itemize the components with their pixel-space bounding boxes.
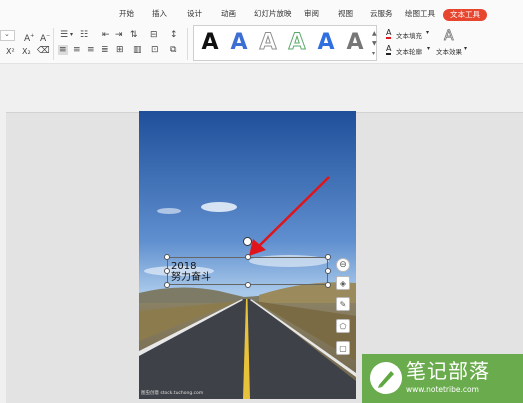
distribute-icon[interactable]: ⊞	[116, 45, 124, 55]
smart-art-icon[interactable]: ⧉	[170, 45, 176, 55]
decrease-indent-icon[interactable]: ⇤	[102, 30, 110, 40]
grow-font-icon[interactable]: A+	[24, 31, 34, 44]
tab-cloud[interactable]: 云服务	[370, 9, 393, 19]
collapse-icon[interactable]: ⊖	[336, 258, 350, 272]
text-outline-label[interactable]: 文本轮廓	[396, 46, 422, 56]
align-left-icon[interactable]: ≡	[58, 45, 68, 55]
text-style-black[interactable]: A	[197, 28, 223, 58]
chevron-down-icon[interactable]: ▾	[70, 30, 73, 40]
text-style-green-outline[interactable]: A	[284, 28, 310, 58]
gallery-down-icon[interactable]: ▼	[372, 40, 377, 47]
tab-text-tools[interactable]: 文本工具	[443, 9, 487, 21]
textbox-line-slogan[interactable]: 努力奋斗	[171, 272, 211, 283]
selected-textbox[interactable]: 2018 努力奋斗	[164, 237, 331, 288]
photo-credit: 图虫创意 stock.tuchong.com	[141, 391, 204, 396]
eraser-icon[interactable]: ⌫	[37, 46, 50, 56]
gallery-more-icon[interactable]: ▾	[372, 50, 375, 57]
align-right-icon[interactable]: ≡	[87, 45, 95, 55]
tab-review[interactable]: 审阅	[304, 9, 319, 19]
chevron-down-icon: ⌄	[4, 30, 10, 38]
columns-icon[interactable]: ▥	[133, 45, 142, 55]
text-direction-icon[interactable]: ⇅	[130, 30, 138, 40]
rotate-handle[interactable]	[243, 237, 252, 246]
text-style-gray-outline[interactable]: A	[255, 28, 281, 58]
ribbon-toolbar: ⌄ A+ A− X² X₂ ⌫ ☰ ▾ ☷ ⇤ ⇥ ⇅ ⊟ ↕ ≡ ≡ ≡ ≣ …	[0, 24, 523, 64]
gallery-up-icon[interactable]: ▲	[372, 30, 377, 37]
text-fill-label[interactable]: 文本填充	[396, 30, 422, 40]
tab-view[interactable]: 视图	[338, 9, 353, 19]
tab-drawing-tools[interactable]: 绘图工具	[405, 9, 435, 19]
align-center-icon[interactable]: ≡	[73, 45, 81, 55]
resize-handle-right[interactable]	[325, 268, 331, 274]
tab-insert[interactable]: 插入	[152, 9, 167, 19]
wps-presentation-window: { "menu": { "tabs": [ {"label": "开始"}, {…	[0, 0, 523, 403]
justify-icon[interactable]: ≣	[101, 45, 109, 55]
pen-icon[interactable]: ✎	[336, 297, 350, 311]
tab-design[interactable]: 设计	[187, 9, 202, 19]
tab-animation[interactable]: 动画	[221, 9, 236, 19]
text-style-gallery: A A A A A A ▲ ▼ ▾	[193, 25, 377, 61]
resize-handle-br[interactable]	[325, 282, 331, 288]
toolbar-divider	[53, 28, 54, 60]
resize-handle-top[interactable]	[245, 254, 251, 260]
text-fill-icon[interactable]: A	[386, 29, 392, 39]
superscript-icon[interactable]: X²	[6, 47, 15, 57]
text-effect-label[interactable]: 文本效果	[436, 46, 462, 56]
fill-icon[interactable]: ⬠	[336, 319, 350, 333]
watermark-url: www.notetribe.com	[406, 385, 479, 394]
line-spacing-icon[interactable]: ↕	[170, 30, 178, 40]
increase-indent-icon[interactable]: ⇥	[115, 30, 123, 40]
shrink-font-icon[interactable]: A−	[40, 31, 50, 44]
bullet-list-icon[interactable]: ☰	[60, 30, 68, 40]
textbox-line-year[interactable]: 2018	[171, 261, 196, 272]
font-size-dropdown[interactable]: ⌄	[0, 30, 15, 41]
site-watermark: 笔记部落 www.notetribe.com	[362, 354, 523, 403]
text-style-blue[interactable]: A	[226, 28, 252, 58]
resize-handle-bl[interactable]	[164, 282, 170, 288]
chevron-down-icon[interactable]: ▾	[427, 45, 430, 52]
vertical-align-icon[interactable]: ⊡	[151, 45, 159, 55]
align-text-icon[interactable]: ⊟	[150, 30, 158, 40]
text-outline-icon[interactable]: A	[386, 45, 392, 55]
watermark-title: 笔记部落	[406, 359, 490, 383]
resize-handle-tl[interactable]	[164, 254, 170, 260]
ribbon-tabs: 开始 插入 设计 动画 幻灯片放映 审阅 视图 云服务 绘图工具 文本工具	[0, 0, 523, 24]
numbered-list-icon[interactable]: ☷	[80, 30, 88, 40]
text-style-blue-bright[interactable]: A	[313, 28, 339, 58]
chevron-down-icon[interactable]: ▾	[426, 29, 429, 36]
text-effect-icon[interactable]: A	[444, 29, 454, 44]
toolbar-divider	[187, 28, 188, 60]
subscript-icon[interactable]: X₂	[22, 47, 31, 57]
resize-handle-bottom[interactable]	[245, 282, 251, 288]
frame-icon[interactable]: ▢	[336, 341, 350, 355]
resize-handle-left[interactable]	[164, 268, 170, 274]
text-style-gray[interactable]: A	[342, 28, 368, 58]
pen-logo-icon	[370, 362, 402, 394]
tab-home[interactable]: 开始	[119, 9, 134, 19]
tab-slideshow[interactable]: 幻灯片放映	[254, 9, 292, 19]
resize-handle-tr[interactable]	[325, 254, 331, 260]
layers-icon[interactable]: ◈	[336, 276, 350, 290]
chevron-down-icon[interactable]: ▾	[464, 45, 467, 52]
